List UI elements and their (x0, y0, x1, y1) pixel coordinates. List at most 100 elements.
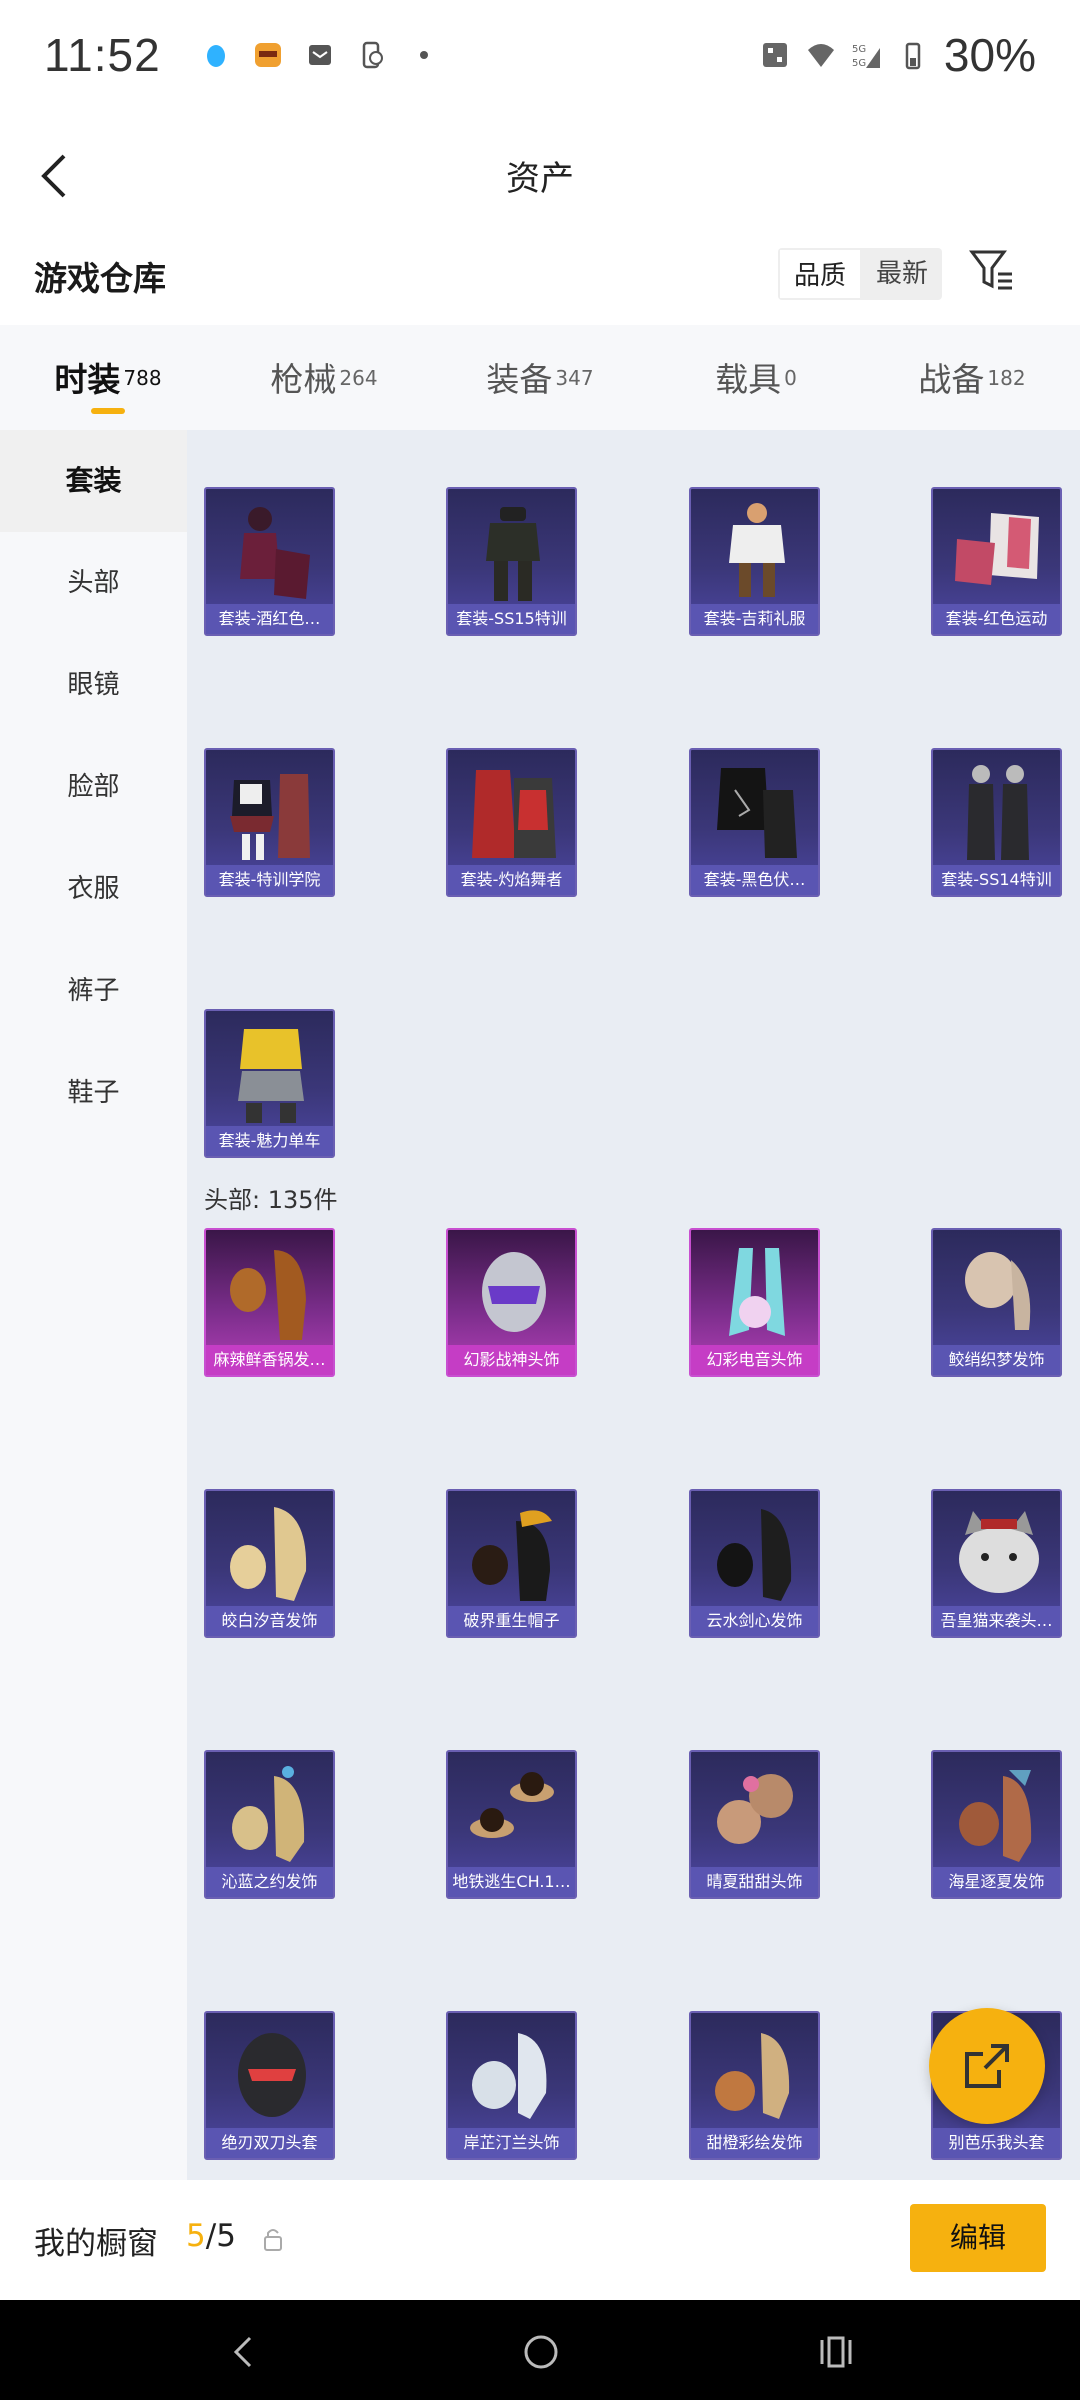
item-card[interactable]: 幻影战神头饰 (446, 1228, 577, 1377)
item-card[interactable]: 套装-SS15特训 (446, 487, 577, 636)
outfit-icon (486, 507, 540, 601)
sidebar-item-pants[interactable]: 裤子 (0, 940, 187, 1042)
item-label: 云水剑心发饰 (691, 1606, 818, 1636)
item-card[interactable]: 云水剑心发饰 (689, 1489, 820, 1638)
item-card[interactable]: 吾皇猫来袭头… (931, 1489, 1062, 1638)
item-card[interactable]: 套装-魅力单车 (204, 1009, 335, 1158)
nav-recents-icon[interactable] (814, 2330, 858, 2374)
tab-label: 装备 (486, 360, 553, 399)
sidebar-item-face[interactable]: 脸部 (0, 736, 187, 838)
item-card[interactable]: 套装-黑色伏… (689, 748, 820, 897)
item-card[interactable]: 鲛绡织梦发饰 (931, 1228, 1062, 1377)
tab-supplies[interactable]: 战备 182 (864, 325, 1080, 430)
cat-headgear-icon (959, 1511, 1039, 1593)
item-label: 海星逐夏发饰 (933, 1867, 1060, 1897)
item-label: 岸芷汀兰头饰 (448, 2128, 575, 2158)
dot-icon (419, 51, 428, 59)
status-bar: 11:52 5G 5G 30% (0, 0, 1080, 110)
cap-icon (472, 1510, 552, 1601)
wifi-icon (807, 44, 834, 67)
sub-category-sidebar: 套装 头部 眼镜 脸部 衣服 裤子 鞋子 (0, 430, 187, 2180)
lock-icon (264, 2229, 282, 2251)
svg-text:5G: 5G (852, 44, 866, 55)
sidebar-item-head[interactable]: 头部 (0, 532, 187, 634)
notification-icons (201, 40, 439, 70)
filter-icon[interactable] (966, 244, 1016, 296)
item-card[interactable]: 皎白汐音发饰 (204, 1489, 335, 1638)
item-label: 麻辣鲜香锅发… (206, 1345, 333, 1375)
item-label: 别芭乐我头套 (933, 2128, 1060, 2158)
sort-toggle: 品质 最新 (778, 248, 943, 300)
back-arrow-icon[interactable] (28, 146, 88, 206)
item-card[interactable]: 地铁逃生CH.1… (446, 1750, 577, 1899)
sidebar-item-sets[interactable]: 套装 (0, 430, 187, 532)
item-label: 幻影战神头饰 (448, 1345, 575, 1375)
item-label: 地铁逃生CH.1… (448, 1867, 575, 1897)
showcase-bar: 我的橱窗 5/5 编辑 (0, 2180, 1080, 2300)
hair-accessory-icon (230, 1250, 306, 1340)
item-label: 甜橙彩绘发饰 (691, 2128, 818, 2158)
item-grid: 套装-酒红色… 套装-SS15特训 套装-吉莉礼服 套装-红色运动 套装-特训学… (187, 430, 1080, 2180)
item-card[interactable]: 沁蓝之约发饰 (204, 1750, 335, 1899)
sidebar-item-shoes[interactable]: 鞋子 (0, 1042, 187, 1144)
svg-text:5G: 5G (852, 58, 866, 69)
share-button[interactable] (929, 2008, 1045, 2124)
mail-icon (308, 45, 331, 65)
tab-label: 战备 (918, 360, 985, 399)
item-card[interactable]: 套装-特训学院 (204, 748, 335, 897)
share-icon (965, 2044, 1009, 2088)
item-card[interactable]: 套装-吉莉礼服 (689, 487, 820, 636)
showcase-label: 我的橱窗 (34, 2226, 158, 2262)
category-tabs: 时装 788 枪械 264 装备 347 载具 0 战备 182 (0, 325, 1080, 430)
edit-button[interactable]: 编辑 (910, 2204, 1046, 2272)
item-label: 幻彩电音头饰 (691, 1345, 818, 1375)
item-card[interactable]: 晴夏甜甜头饰 (689, 1750, 820, 1899)
item-card[interactable]: 套装-酒红色… (204, 487, 335, 636)
item-card[interactable]: 岸芷汀兰头饰 (446, 2011, 577, 2160)
phone-sync-icon (362, 41, 383, 69)
item-label: 绝刃双刀头套 (206, 2128, 333, 2158)
item-card[interactable]: 破界重生帽子 (446, 1489, 577, 1638)
nav-home-icon[interactable] (519, 2330, 563, 2374)
battery-icon (905, 42, 921, 70)
item-card[interactable]: 甜橙彩绘发饰 (689, 2011, 820, 2160)
helmet-icon (482, 1252, 546, 1332)
sidebar-item-clothes[interactable]: 衣服 (0, 838, 187, 940)
item-card[interactable]: 海星逐夏发饰 (931, 1750, 1062, 1899)
signal-5g-icon: 5G5G (852, 44, 880, 69)
tab-fashion[interactable]: 时装 788 (0, 325, 216, 430)
warehouse-row: 游戏仓库 品质 最新 (0, 240, 1080, 310)
item-label: 套装-特训学院 (206, 865, 333, 895)
item-card[interactable]: 套装-灼焰舞者 (446, 748, 577, 897)
item-card[interactable]: 麻辣鲜香锅发… (204, 1228, 335, 1377)
showcase-current: 5 (186, 2218, 206, 2254)
tab-weapons[interactable]: 枪械 264 (216, 325, 432, 430)
nav-back-icon[interactable] (222, 2330, 266, 2374)
tab-vehicles[interactable]: 载具 0 (648, 325, 864, 430)
item-label: 鲛绡织梦发饰 (933, 1345, 1060, 1375)
hair-accessory-icon (715, 2033, 790, 2119)
item-card[interactable]: 套装-红色运动 (931, 487, 1062, 636)
system-icons: 5G 5G 30% (760, 28, 1036, 82)
system-nav-bar (0, 2300, 1080, 2400)
item-label: 套装-酒红色… (206, 604, 333, 634)
item-card[interactable]: 绝刃双刀头套 (204, 2011, 335, 2160)
item-card[interactable]: 幻彩电音头饰 (689, 1228, 820, 1377)
active-tab-indicator (91, 408, 125, 414)
tab-count: 264 (339, 365, 378, 390)
item-label: 套装-吉莉礼服 (691, 604, 818, 634)
hat-icon (470, 1772, 554, 1838)
status-time: 11:52 (44, 29, 161, 81)
item-label: 皎白汐音发饰 (206, 1606, 333, 1636)
outfit-icon (240, 507, 310, 599)
outfit-icon (472, 770, 556, 858)
item-card[interactable]: 套装-SS14特训 (931, 748, 1062, 897)
sort-by-quality[interactable]: 品质 (778, 248, 863, 300)
sort-by-newest[interactable]: 最新 (862, 248, 942, 300)
tab-count: 347 (555, 365, 594, 390)
tab-equipment[interactable]: 装备 347 (432, 325, 648, 430)
outfit-icon (238, 1029, 304, 1123)
tab-label: 枪械 (270, 360, 337, 399)
item-label: 套装-红色运动 (933, 604, 1060, 634)
sidebar-item-glasses[interactable]: 眼镜 (0, 634, 187, 736)
